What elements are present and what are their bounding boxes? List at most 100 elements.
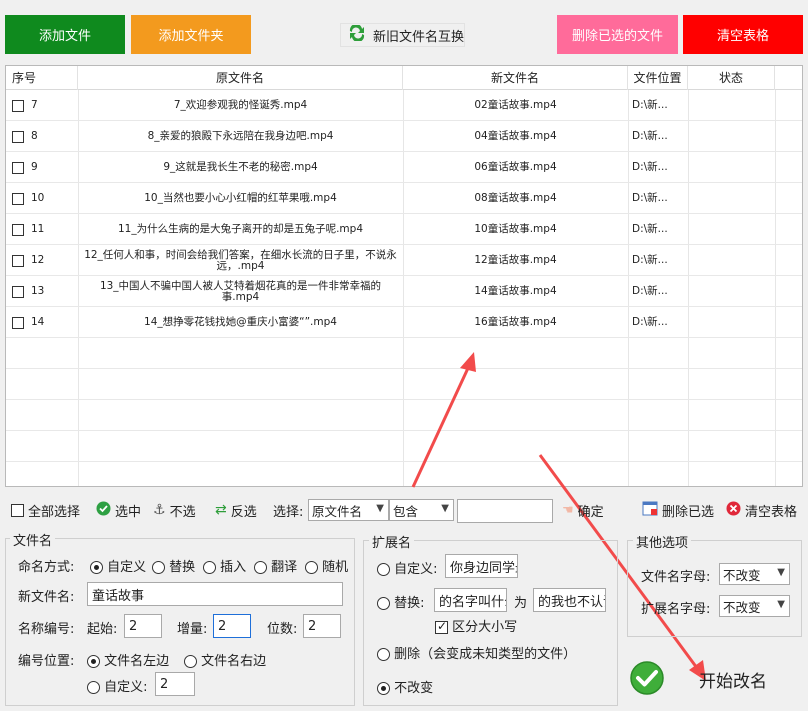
- row-checkbox[interactable]: [12, 285, 24, 298]
- cell-new: 02童话故事.mp4: [474, 99, 557, 111]
- header-status[interactable]: 状态: [688, 66, 775, 90]
- start-rename-button[interactable]: 开始改名: [627, 651, 803, 707]
- other-options-title: 其他选项: [633, 532, 692, 551]
- check-circle-icon: [629, 660, 665, 699]
- new-name-input[interactable]: 童话故事: [87, 582, 343, 606]
- cell-status: [688, 245, 775, 276]
- extension-panel-title: 扩展名: [369, 532, 415, 551]
- row-checkbox[interactable]: [12, 99, 24, 112]
- cell-original: 11_为什么生病的是大兔子离开的却是五兔子呢.mp4: [117, 223, 364, 235]
- select-all-checkbox[interactable]: 全部选择: [11, 495, 80, 525]
- table-row[interactable]: 13 13_中国人不骗中国人被人艾特着烟花真的是一件非常幸福的事.mp4 14童话故…: [6, 276, 802, 307]
- file-table[interactable]: 序号 原文件名 新文件名 文件位置 状态 7 7_欢迎参观我的怪诞秀.mp4 02童…: [5, 65, 803, 487]
- cell-status: [688, 90, 775, 121]
- cell-status: [688, 121, 775, 152]
- delete-selected-label: 删除已选: [662, 504, 715, 520]
- header-original-name[interactable]: 原文件名: [78, 66, 403, 90]
- mode-random-radio[interactable]: 随机: [305, 556, 348, 575]
- invert-button[interactable]: ⇄ 反选: [215, 495, 257, 525]
- filename-case-label: 文件名字母:: [641, 570, 711, 585]
- table-header: 序号 原文件名 新文件名 文件位置 状态: [6, 66, 802, 90]
- row-checkbox[interactable]: [12, 254, 24, 267]
- header-no[interactable]: 序号: [6, 66, 78, 90]
- cell-new: 10童话故事.mp4: [474, 223, 557, 235]
- position-custom-input[interactable]: 2: [155, 672, 195, 696]
- hand-pointer-icon: ☚: [562, 502, 574, 518]
- start-label: 起始:: [87, 622, 118, 637]
- chevron-down-icon: ▼: [376, 503, 384, 514]
- row-checkbox[interactable]: [12, 316, 24, 329]
- cell-new: 16童话故事.mp4: [474, 316, 557, 328]
- ext-replace-to-input[interactable]: 的我也不认识: [533, 588, 606, 612]
- header-new-name[interactable]: 新文件名: [403, 66, 628, 90]
- confirm-button[interactable]: ☚ 确定: [562, 495, 604, 525]
- cell-original: 9_这就是我长生不老的秘密.mp4: [163, 161, 318, 173]
- table-row[interactable]: 9 9_这就是我长生不老的秘密.mp4 06童话故事.mp4 D:\新...: [6, 152, 802, 183]
- table-row[interactable]: 8 8_亲爱的狼殿下永远陪在我身边吧.mp4 04童话故事.mp4 D:\新...: [6, 121, 802, 152]
- ext-case-dropdown[interactable]: 不改变 ▼: [719, 595, 790, 617]
- cell-new: 08童话故事.mp4: [474, 192, 557, 204]
- cell-original: 7_欢迎参观我的怪诞秀.mp4: [173, 99, 308, 111]
- start-input[interactable]: 2: [124, 614, 162, 638]
- clear-table-small-label: 清空表格: [745, 504, 798, 520]
- case-sensitive-checkbox[interactable]: 区分大小写: [435, 616, 517, 635]
- mode-replace-radio[interactable]: 替换: [152, 556, 195, 575]
- cell-new: 12童话故事.mp4: [474, 254, 557, 266]
- cell-original: 8_亲爱的狼殿下永远陪在我身边吧.mp4: [147, 130, 334, 142]
- filter-text-input[interactable]: [457, 499, 553, 523]
- table-row[interactable]: 10 10_当然也要小心小红帽的红苹果哦.mp4 08童话故事.mp4 D:\新...: [6, 183, 802, 214]
- cell-status: [688, 214, 775, 245]
- mode-label: 命名方式:: [18, 560, 75, 575]
- increment-input[interactable]: 2: [213, 614, 251, 638]
- row-checkbox[interactable]: [12, 223, 24, 236]
- cell-location: D:\新...: [632, 161, 668, 173]
- row-number: 7: [31, 99, 38, 111]
- cell-location: D:\新...: [632, 130, 668, 142]
- field-dropdown[interactable]: 原文件名 ▼: [308, 499, 389, 521]
- filename-case-dropdown[interactable]: 不改变 ▼: [719, 563, 790, 585]
- cell-new: 06童话故事.mp4: [474, 161, 557, 173]
- row-checkbox[interactable]: [12, 130, 24, 143]
- ext-keep-radio[interactable]: 不改变: [377, 677, 433, 696]
- table-row[interactable]: 11 11_为什么生病的是大兔子离开的却是五兔子呢.mp4 10童话故事.mp4 D:…: [6, 214, 802, 245]
- increment-label: 增量:: [177, 622, 208, 637]
- clear-table-small-button[interactable]: 清空表格: [726, 495, 797, 525]
- table-row[interactable]: 14 14_想挣零花钱找她@重庆小富婆“”.mp4 16童话故事.mp4 D:\新..…: [6, 307, 802, 338]
- table-row[interactable]: 12 12_任何人和事，时间会给我们答案，在细水长流的日子里，不说永远，.mp4 1…: [6, 245, 802, 276]
- cell-location: D:\新...: [632, 254, 668, 266]
- position-right-radio[interactable]: 文件名右边: [184, 650, 266, 669]
- row-checkbox[interactable]: [12, 192, 24, 205]
- ext-custom-input[interactable]: 你身边同学最: [445, 554, 518, 578]
- swap-names-button[interactable]: 新旧文件名互换: [340, 23, 465, 47]
- cell-status: [688, 276, 775, 307]
- ext-replace-radio[interactable]: 替换:: [377, 592, 425, 611]
- cell-status: [688, 307, 775, 338]
- ext-replace-from-input[interactable]: 的名字叫什么: [434, 588, 507, 612]
- table-row[interactable]: 7 7_欢迎参观我的怪诞秀.mp4 02童话故事.mp4 D:\新...: [6, 90, 802, 121]
- add-folder-button[interactable]: 添加文件夹: [131, 15, 251, 54]
- digits-input[interactable]: 2: [303, 614, 341, 638]
- mode-custom-radio[interactable]: 自定义: [90, 556, 146, 575]
- match-dropdown[interactable]: 包含 ▼: [389, 499, 454, 521]
- clear-table-button[interactable]: 清空表格: [683, 15, 803, 54]
- cell-original: 14_想挣零花钱找她@重庆小富婆“”.mp4: [144, 316, 337, 328]
- add-file-button[interactable]: 添加文件: [5, 15, 125, 54]
- row-checkbox[interactable]: [12, 161, 24, 174]
- uncheck-button[interactable]: ⚓ 不选: [153, 495, 196, 525]
- delete-selected-button[interactable]: 删除已选: [642, 495, 714, 525]
- header-location[interactable]: 文件位置: [628, 66, 688, 90]
- empty-row: [6, 431, 802, 462]
- window-icon: [642, 501, 658, 520]
- ext-delete-radio[interactable]: 删除（会变成未知类型的文件）: [377, 643, 576, 662]
- ext-custom-radio[interactable]: 自定义:: [377, 558, 438, 577]
- mode-translate-radio[interactable]: 翻译: [254, 556, 297, 575]
- check-button[interactable]: 选中: [96, 495, 141, 525]
- position-left-radio[interactable]: 文件名左边: [87, 650, 169, 669]
- mode-insert-radio[interactable]: 插入: [203, 556, 246, 575]
- selection-bar: 全部选择 选中 ⚓ 不选 ⇄ 反选 选择: 原文件名 ▼ 包含 ▼ ☚ 确定 删除已…: [5, 495, 803, 525]
- cell-location: D:\新...: [632, 223, 668, 235]
- position-custom-radio[interactable]: 自定义:: [87, 676, 148, 695]
- swap-names-label: 新旧文件名互换: [373, 29, 465, 45]
- empty-row: [6, 400, 802, 431]
- delete-selected-files-button[interactable]: 删除已选的文件: [557, 15, 678, 54]
